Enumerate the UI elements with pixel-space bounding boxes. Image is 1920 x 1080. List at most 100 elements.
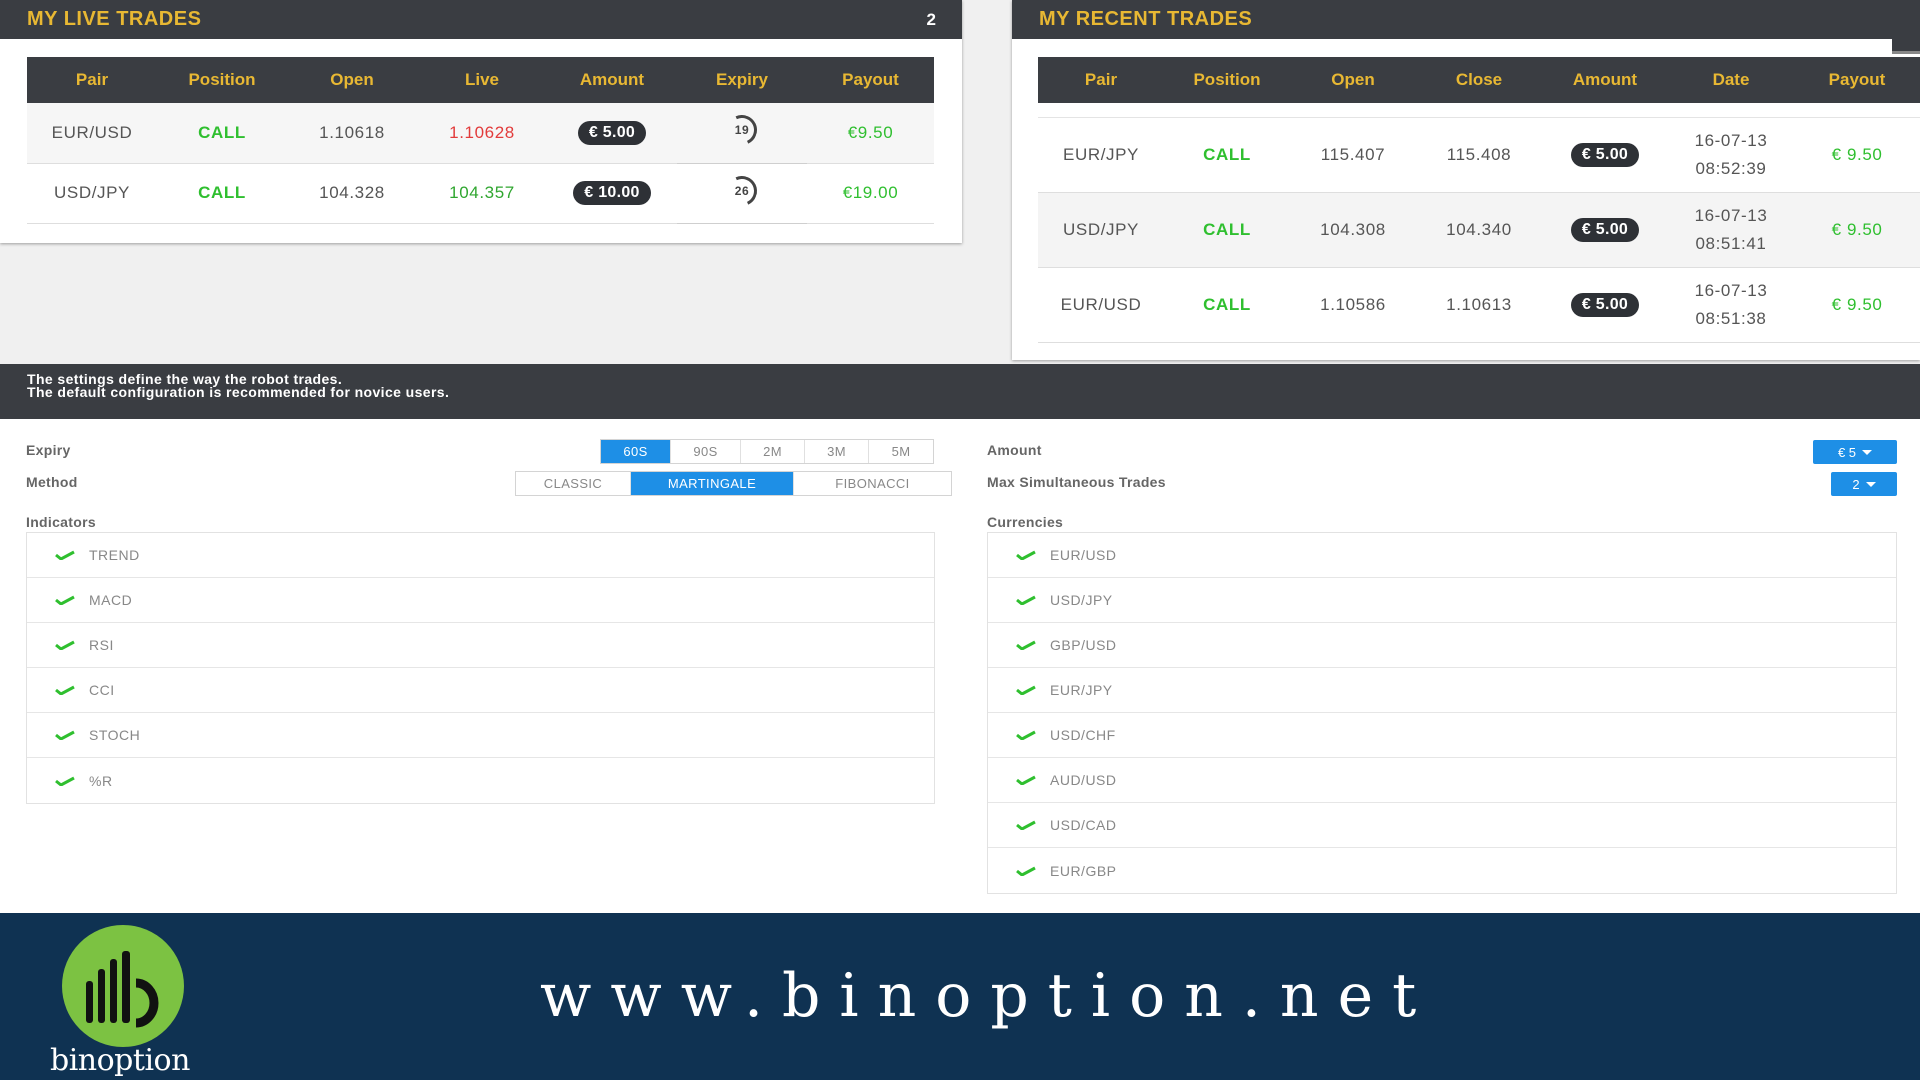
pair-cell: EUR/JPY [1038,117,1164,193]
method-option-classic[interactable]: CLASSIC [516,472,631,495]
position-cell: CALL [1164,267,1290,343]
expiry-option-60s[interactable]: 60S [601,440,671,463]
currency-name: EUR/JPY [1050,682,1113,698]
column-header[interactable]: Expiry [677,57,807,103]
indicator-item-stoch[interactable]: STOCH [27,713,934,758]
trade-time: 08:51:38 [1695,308,1767,328]
table-row[interactable]: USD/JPY CALL 104.308 104.340 € 5.00 16-0… [1038,192,1920,268]
currencies-label: Currencies [987,514,1064,530]
table-row[interactable]: EUR/USD CALL 1.10618 1.10628 € 5.00 19 €… [27,103,934,164]
payout-cell: € 9.50 [1794,117,1920,193]
indicator-item-trend[interactable]: TREND [27,533,934,578]
table-row[interactable]: USD/JPY CALL 104.328 104.357 € 10.00 26 … [27,163,934,224]
column-header[interactable]: Live [417,57,547,103]
caret-down-icon [1865,481,1876,487]
pair-cell: EUR/USD [27,103,157,164]
indicators-label: Indicators [26,514,96,530]
column-header[interactable]: Position [1164,57,1290,103]
expiry-cell: 26 [677,163,807,224]
logo-bars-icon [86,951,159,1028]
currency-name: AUD/USD [1050,772,1117,788]
recent-trades-panel: MY RECENT TRADES Pair Position Open Clos… [1012,0,1920,360]
indicator-item-rsi[interactable]: RSI [27,623,934,668]
currency-item-gbp-usd[interactable]: GBP/USD [988,623,1896,668]
pair-cell: USD/JPY [27,163,157,224]
expiry-option-2m[interactable]: 2M [741,440,805,463]
expiry-countdown-icon: 26 [722,171,762,210]
check-icon [55,550,75,560]
method-option-martingale[interactable]: MARTINGALE [631,472,794,495]
settings-description-bar: The settings define the way the robot tr… [0,364,1920,419]
check-icon [1016,775,1036,785]
expiry-option-90s[interactable]: 90S [671,440,741,463]
indicator-item-williams-r[interactable]: %R [27,758,934,803]
table-row[interactable]: EUR/USD CALL 1.10586 1.10613 € 5.00 16-0… [1038,267,1920,343]
amount-cell: € 5.00 [1542,117,1668,193]
amount-value: € 5 [1837,444,1857,460]
site-url[interactable]: www.binoption.net [540,961,1435,1031]
brand-name: binoption [50,1043,190,1078]
expiry-option-3m[interactable]: 3M [805,440,869,463]
expiry-cell: 19 [677,103,807,164]
footer-banner: binoption www.binoption.net [0,913,1920,1080]
table-row[interactable]: EUR/JPY CALL 115.407 115.408 € 5.00 16-0… [1038,117,1920,193]
settings-area: Expiry 60S 90S 2M 3M 5M Method CLASSIC M… [0,419,1920,913]
indicator-name: STOCH [89,727,141,743]
recent-trades-table: Pair Position Open Close Amount Date Pay… [1038,57,1920,343]
indicator-name: CCI [89,682,115,698]
column-header[interactable]: Pair [27,57,157,103]
date-cell: 16-07-13 08:51:38 [1668,267,1794,343]
indicator-name: MACD [89,592,133,608]
column-header[interactable]: Amount [1542,57,1668,103]
currency-name: GBP/USD [1050,637,1117,653]
column-header[interactable]: Open [287,57,417,103]
column-header[interactable]: Payout [807,57,934,103]
column-header[interactable]: Position [157,57,287,103]
column-header[interactable]: Open [1290,57,1416,103]
table-header-row: Pair Position Open Close Amount Date Pay… [1038,57,1920,103]
currency-item-usd-jpy[interactable]: USD/JPY [988,578,1896,623]
currency-item-eur-jpy[interactable]: EUR/JPY [988,668,1896,713]
currency-item-usd-cad[interactable]: USD/CAD [988,803,1896,848]
amount-cell: € 10.00 [547,163,677,224]
column-header[interactable]: Close [1416,57,1542,103]
pair-cell: EUR/USD [1038,267,1164,343]
open-cell: 104.308 [1290,192,1416,268]
column-header[interactable]: Payout [1794,57,1920,103]
currency-name: USD/CAD [1050,817,1117,833]
column-header[interactable]: Amount [547,57,677,103]
expiry-option-5m[interactable]: 5M [869,440,933,463]
amount-badge: € 5.00 [577,120,647,145]
scrollbar-handle[interactable] [1892,0,1920,54]
live-price-cell: 1.10628 [417,103,547,164]
position-cell: CALL [157,103,287,164]
amount-dropdown[interactable]: € 5 [1813,440,1897,464]
column-header[interactable]: Date [1668,57,1794,103]
method-option-fibonacci[interactable]: FIBONACCI [794,472,951,495]
recent-trades-title: MY RECENT TRADES [1039,8,1253,30]
amount-badge: € 10.00 [573,181,651,205]
check-icon [1016,866,1036,876]
table-spacer-row [1038,103,1920,118]
column-header[interactable]: Pair [1038,57,1164,103]
check-icon [55,685,75,695]
currency-item-usd-chf[interactable]: USD/CHF [988,713,1896,758]
amount-cell: € 5.00 [547,103,677,164]
amount-cell: € 5.00 [1542,267,1668,343]
indicator-item-macd[interactable]: MACD [27,578,934,623]
amount-badge: € 5.00 [1570,217,1640,242]
indicator-item-cci[interactable]: CCI [27,668,934,713]
check-icon [55,776,75,786]
max-trades-dropdown[interactable]: 2 [1831,472,1897,496]
currency-item-eur-gbp[interactable]: EUR/GBP [988,848,1896,893]
expiry-seconds: 26 [734,183,750,198]
live-trades-count: 2 [926,9,936,29]
live-trades-panel: MY LIVE TRADES 2 Pair Position Open Live… [0,0,962,243]
currency-item-aud-usd[interactable]: AUD/USD [988,758,1896,803]
open-cell: 104.328 [287,163,417,224]
currency-item-eur-usd[interactable]: EUR/USD [988,533,1896,578]
trade-date: 16-07-13 [1694,205,1768,225]
currency-name: EUR/GBP [1050,862,1117,879]
max-trades-label: Max Simultaneous Trades [987,474,1166,490]
method-label: Method [26,474,78,490]
